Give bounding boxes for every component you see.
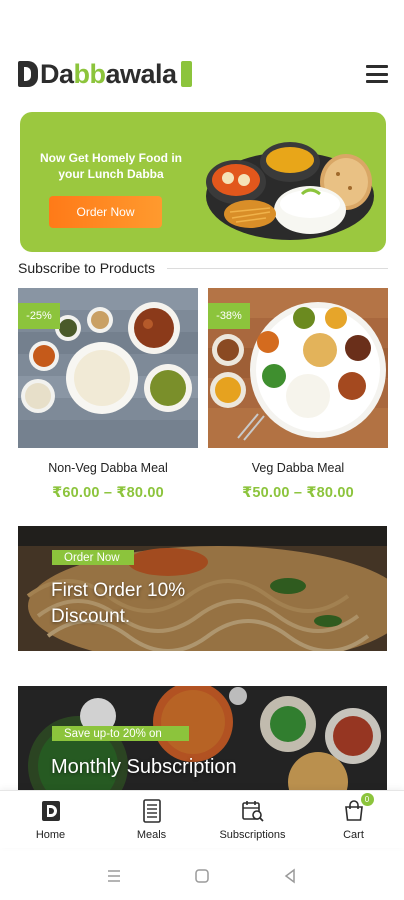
hamburger-menu-button[interactable] [366,65,388,83]
subscription-promo-banner[interactable]: Save up-to 20% on Monthly Subscription [18,686,387,790]
discount-badge: -38% [208,303,250,329]
recent-apps-icon [108,870,120,882]
thali-plate-image [206,142,374,240]
order-now-button[interactable]: Order Now [49,196,162,228]
product-image[interactable]: -25% [18,288,198,448]
app-header: Dabbawala [18,52,388,96]
nav-label: Subscriptions [219,828,286,841]
nav-item-meals[interactable]: Meals [101,791,202,848]
promo-tag: Save up-to 20% on [52,726,189,741]
nav-item-subscriptions[interactable]: Subscriptions [202,791,303,848]
cart-icon: 0 [342,792,374,823]
logo-mark-icon [18,61,38,87]
dabbawala-logo[interactable]: Dabbawala [18,58,192,89]
hamburger-line [366,80,388,83]
meals-icon [140,798,164,823]
system-navigation-bar [0,852,404,900]
product-card-veg[interactable]: -38% Veg Dabba Meal ₹50.00 – ₹80.00 [208,288,388,501]
hamburger-line [366,65,388,68]
home-circle-icon [195,869,209,883]
product-name[interactable]: Non-Veg Dabba Meal [18,461,198,475]
nav-label: Cart [343,828,364,841]
bottom-navigation: Home Meals Subscriptions 0 Cart [0,790,404,848]
product-card-non-veg[interactable]: -25% Non-Veg Dabba Meal ₹60.00 – ₹80.00 [18,288,198,501]
hero-title: Now Get Homely Food in your Lunch Dabba [39,151,182,181]
promo-title: First Order 10% Discount. [51,580,186,627]
promo-tag: Order Now [52,550,134,565]
section-divider [166,267,388,269]
section-header: Subscribe to Products [18,258,388,278]
discount-badge: -25% [18,303,60,329]
hamburger-line [366,72,388,76]
first-order-promo-banner[interactable]: Order Now First Order 10% Discount. [18,526,387,651]
system-home-button[interactable] [190,864,214,888]
nav-item-cart[interactable]: 0 Cart [303,791,404,848]
cart-count-badge: 0 [360,792,374,806]
promo-title: Monthly Subscription [51,756,237,778]
logo-text: Dabbawala [40,58,177,89]
product-name[interactable]: Veg Dabba Meal [208,461,388,475]
recent-apps-button[interactable] [102,864,126,888]
logo-tag-icon [180,61,192,87]
nav-label: Meals [136,828,167,841]
nav-item-home[interactable]: Home [0,791,101,848]
back-icon [284,868,295,884]
product-price: ₹60.00 – ₹80.00 [52,485,164,501]
home-icon [39,799,63,823]
system-back-button[interactable] [278,864,302,888]
subscriptions-icon [241,799,265,823]
hero-banner[interactable]: Now Get Homely Food in your Lunch Dabba … [20,112,386,252]
product-price: ₹50.00 – ₹80.00 [242,485,354,501]
product-image[interactable]: -38% [208,288,388,448]
nav-label: Home [35,828,66,841]
section-title: Subscribe to Products [18,260,155,276]
